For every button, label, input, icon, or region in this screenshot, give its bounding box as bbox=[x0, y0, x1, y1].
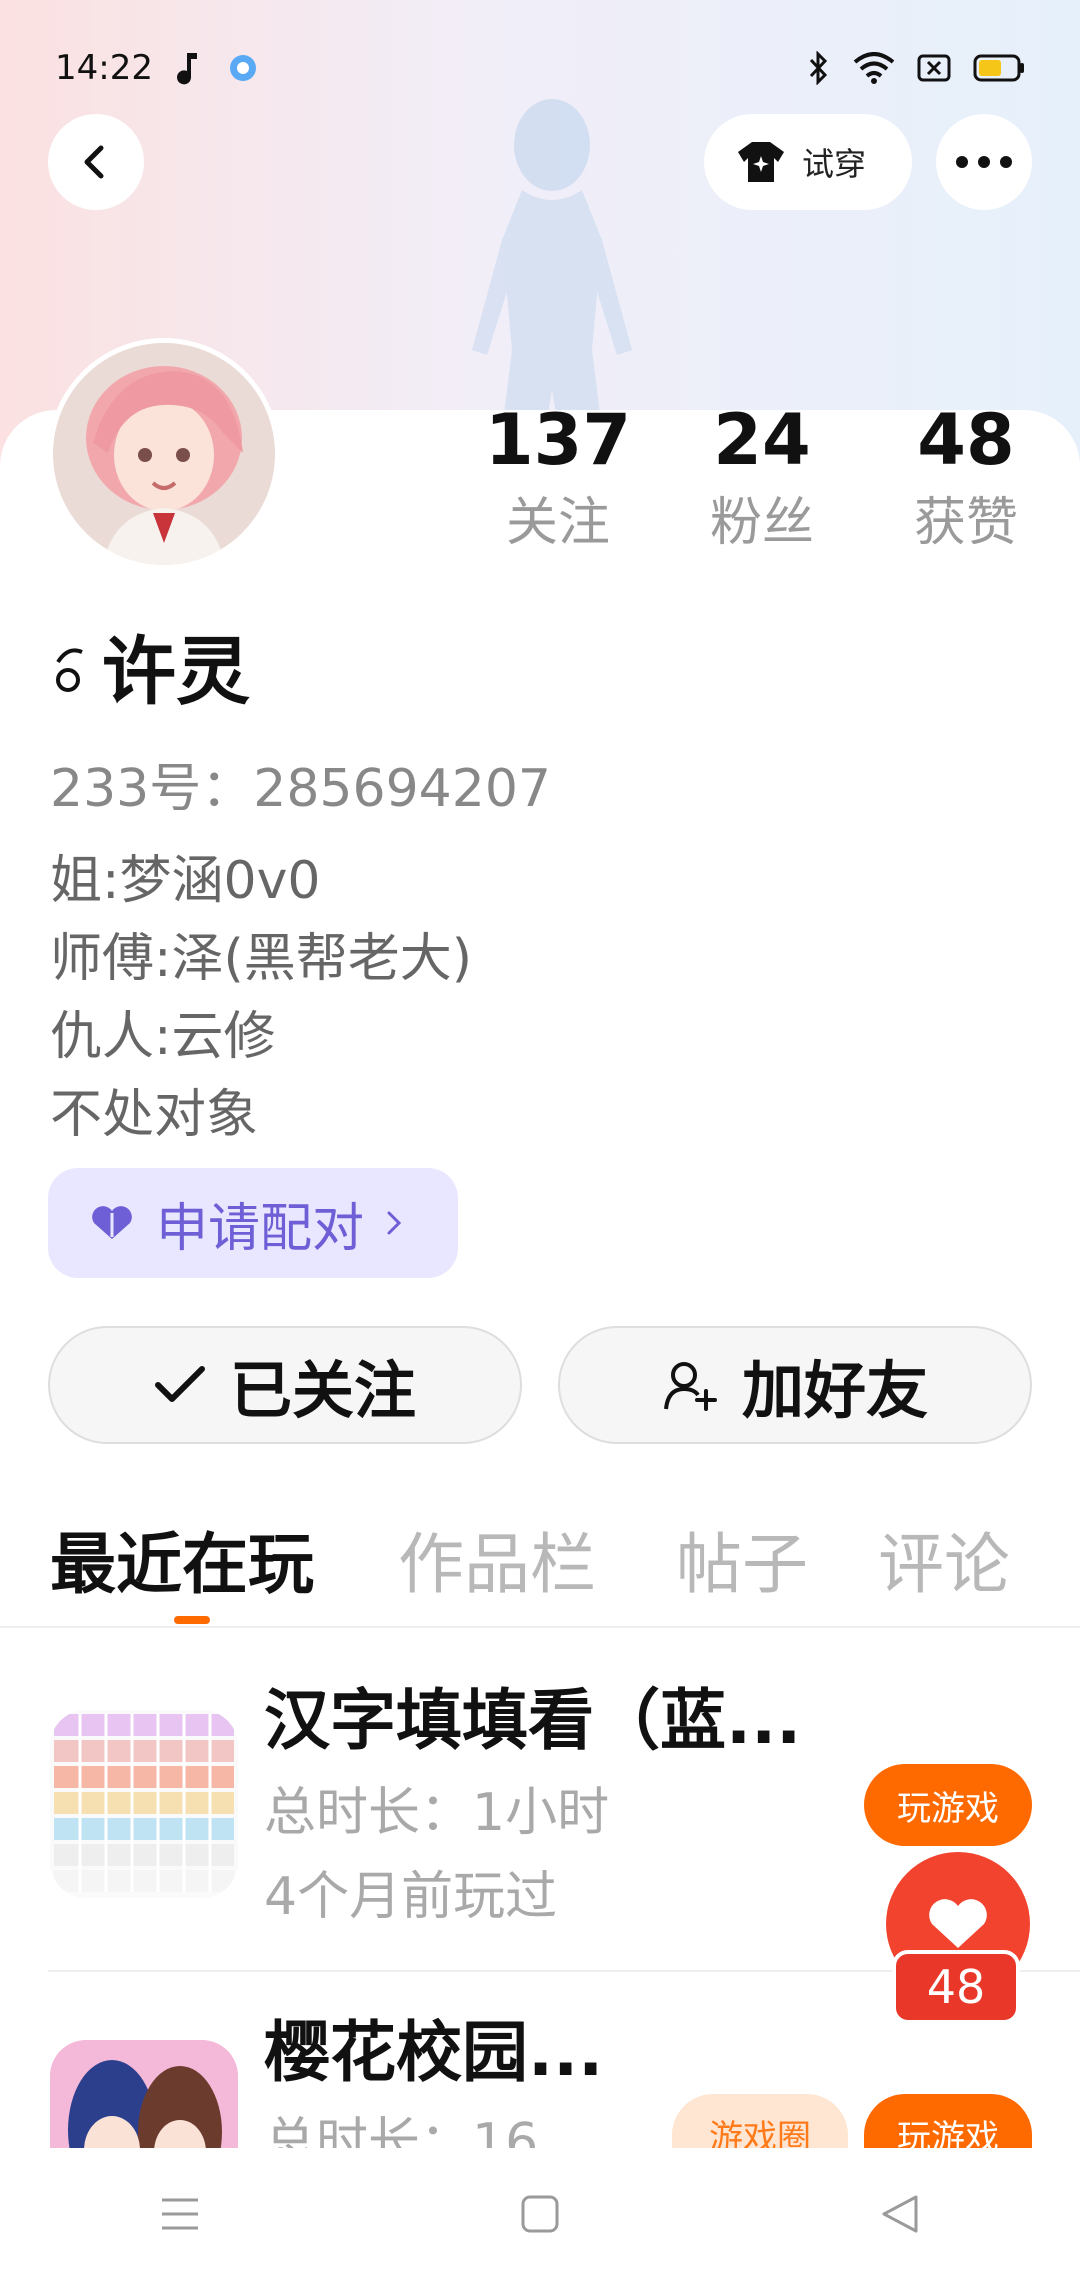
sakura-school-thumbnail bbox=[50, 2040, 238, 2148]
user-name: 许灵 bbox=[102, 629, 250, 715]
game-last-played: 4个月前玩过 bbox=[264, 1867, 558, 1927]
more-button[interactable] bbox=[936, 114, 1032, 210]
battery-icon bbox=[973, 54, 1024, 82]
game-icon[interactable] bbox=[50, 2040, 238, 2148]
tab-comments[interactable]: 评论 bbox=[878, 1520, 1010, 1610]
stat-value: 48 bbox=[917, 399, 1015, 481]
tabs-divider bbox=[0, 1626, 1080, 1628]
add-friend-button[interactable]: 加好友 bbox=[558, 1326, 1032, 1444]
add-friend-label: 加好友 bbox=[741, 1354, 928, 1427]
bio-line: 不处对象 bbox=[50, 1085, 259, 1145]
chevron-right-icon bbox=[387, 1211, 402, 1235]
wifi-icon bbox=[853, 52, 895, 84]
user-id: 233号：285694207 bbox=[50, 759, 552, 819]
sim-icon bbox=[917, 54, 951, 82]
bio-line: 师傅:泽(黑帮老大) bbox=[50, 929, 473, 989]
tab-recent-play[interactable]: 最近在玩 bbox=[50, 1520, 314, 1610]
stat-likes[interactable]: 48 获赞 bbox=[886, 400, 1046, 556]
hanzi-game-thumbnail bbox=[50, 1710, 238, 1898]
game-duration: 总时长：1小时 bbox=[264, 1783, 610, 1843]
stat-label: 关注 bbox=[505, 493, 610, 553]
system-nav-bar bbox=[0, 2148, 1080, 2280]
stat-label: 粉丝 bbox=[709, 493, 814, 553]
user-avatar[interactable] bbox=[48, 338, 280, 570]
gender-icon bbox=[56, 648, 83, 692]
check-icon bbox=[154, 1366, 205, 1402]
stat-fans[interactable]: 24 粉丝 bbox=[682, 400, 842, 556]
bluetooth-icon bbox=[809, 51, 828, 85]
back-button[interactable] bbox=[48, 114, 144, 210]
status-time: 14:22 bbox=[55, 48, 153, 88]
play-game-button[interactable]: 玩游戏 bbox=[864, 2094, 1032, 2148]
add-user-icon bbox=[663, 1362, 717, 1411]
home-icon[interactable] bbox=[520, 2194, 560, 2234]
avatar-image bbox=[53, 343, 275, 565]
stat-label: 获赞 bbox=[913, 493, 1018, 553]
like-count: 48 bbox=[892, 1950, 1020, 2024]
tab-posts[interactable]: 帖子 bbox=[676, 1520, 808, 1610]
tab-works[interactable]: 作品栏 bbox=[398, 1520, 596, 1610]
apply-pair-button[interactable]: 申请配对 bbox=[48, 1168, 458, 1278]
back-nav-icon[interactable] bbox=[880, 2193, 920, 2235]
followed-label: 已关注 bbox=[229, 1354, 416, 1427]
game-title[interactable]: 汉字填填看（蓝... bbox=[264, 1678, 801, 1764]
status-bar: 14:22 bbox=[55, 44, 1025, 92]
user-bio: 姐:梦涵0v0 师傅:泽(黑帮老大) 仇人:云修 不处对象 bbox=[50, 842, 472, 1154]
heart-icon bbox=[929, 1899, 987, 1948]
menu-icon[interactable] bbox=[160, 2196, 200, 2232]
play-game-button[interactable]: 玩游戏 bbox=[864, 1764, 1032, 1846]
apply-pair-label: 申请配对 bbox=[156, 1198, 365, 1259]
chevron-left-icon bbox=[84, 145, 104, 179]
tryon-label: 试穿 bbox=[802, 145, 867, 183]
more-dots-icon bbox=[956, 156, 1012, 168]
tshirt-icon bbox=[738, 142, 784, 182]
game-title[interactable]: 樱花校园... bbox=[264, 2010, 603, 2096]
app-notification-icon bbox=[229, 55, 256, 81]
game-circle-button[interactable]: 游戏圈 bbox=[672, 2094, 848, 2148]
game-duration: 总时长：16 bbox=[264, 2113, 539, 2148]
game-icon[interactable] bbox=[50, 1710, 238, 1898]
tryon-button[interactable]: 试穿 bbox=[704, 114, 912, 210]
stat-value: 24 bbox=[713, 399, 811, 481]
heart-pair-icon bbox=[92, 1206, 132, 1239]
stat-value: 137 bbox=[484, 399, 632, 481]
music-icon bbox=[176, 53, 197, 85]
stat-following[interactable]: 137 关注 bbox=[478, 400, 638, 556]
active-tab-indicator bbox=[174, 1616, 210, 1624]
followed-button[interactable]: 已关注 bbox=[48, 1326, 522, 1444]
name-row: 许灵 bbox=[50, 622, 250, 722]
bio-line: 仇人:云修 bbox=[50, 1007, 276, 1067]
bio-line: 姐:梦涵0v0 bbox=[50, 851, 321, 911]
